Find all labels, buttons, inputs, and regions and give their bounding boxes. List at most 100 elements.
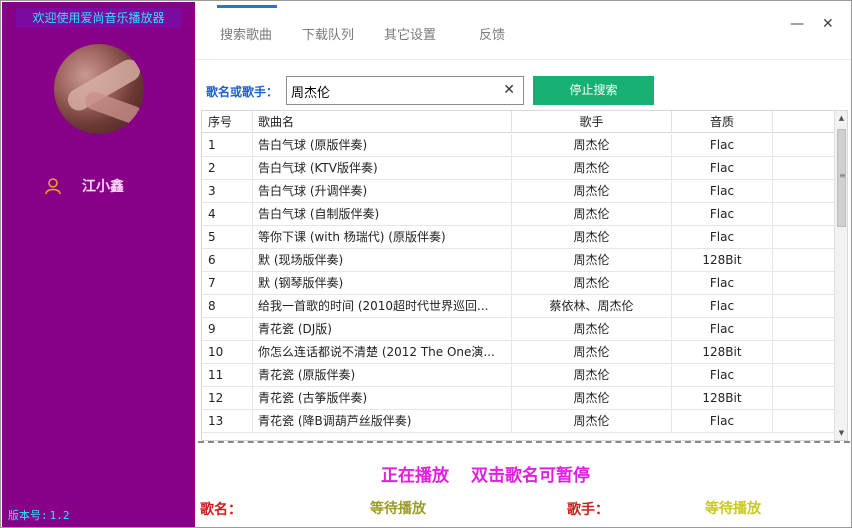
scroll-up-icon[interactable]: ▲ bbox=[835, 111, 847, 125]
cell-singer: 周杰伦 bbox=[512, 249, 672, 271]
header-quality[interactable]: 音质 bbox=[672, 111, 773, 133]
cell-index: 5 bbox=[202, 226, 253, 248]
cell-song: 你怎么连话都说不清楚 (2012 The One演... bbox=[253, 341, 512, 363]
cell-filler bbox=[773, 249, 835, 271]
cell-filler bbox=[773, 226, 835, 248]
playing-label: 正在播放 bbox=[381, 466, 449, 486]
playing-status: 正在播放 双击歌名可暂停 bbox=[381, 461, 590, 486]
version-label: 版本号: bbox=[8, 509, 48, 522]
active-tab-indicator bbox=[217, 5, 277, 8]
cell-filler bbox=[773, 295, 835, 317]
search-box: ✕ bbox=[286, 76, 524, 105]
pause-hint: 双击歌名可暂停 bbox=[471, 466, 590, 486]
cell-song: 青花瓷 (原版伴奏) bbox=[253, 364, 512, 386]
cell-quality: Flac bbox=[672, 272, 773, 294]
cell-singer: 蔡依林、周杰伦 bbox=[512, 295, 672, 317]
tab-feedback[interactable]: 反馈 bbox=[479, 24, 505, 43]
cell-filler bbox=[773, 134, 835, 156]
cell-song: 告白气球 (原版伴奏) bbox=[253, 134, 512, 156]
clear-search-icon[interactable]: ✕ bbox=[503, 82, 515, 98]
search-input[interactable] bbox=[291, 81, 491, 101]
cell-filler bbox=[773, 157, 835, 179]
song-value: 等待播放 bbox=[370, 501, 426, 517]
cell-song: 给我一首歌的时间 (2010超时代世界巡回... bbox=[253, 295, 512, 317]
cell-filler bbox=[773, 341, 835, 363]
close-button[interactable]: ✕ bbox=[822, 16, 834, 32]
cell-filler bbox=[773, 180, 835, 202]
cell-quality: Flac bbox=[672, 203, 773, 225]
search-label: 歌名或歌手： bbox=[206, 85, 279, 99]
table-row[interactable]: 4 告白气球 (自制版伴奏) 周杰伦 Flac bbox=[202, 203, 835, 226]
cell-index: 3 bbox=[202, 180, 253, 202]
cell-song: 默 (钢琴版伴奏) bbox=[253, 272, 512, 294]
cell-index: 11 bbox=[202, 364, 253, 386]
sidebar: 欢迎使用爱尚音乐播放器 江小鑫 版本号: 1.2 bbox=[2, 2, 195, 527]
welcome-banner: 欢迎使用爱尚音乐播放器 bbox=[16, 8, 181, 28]
table-row[interactable]: 10 你怎么连话都说不清楚 (2012 The One演... 周杰伦 128Bit bbox=[202, 341, 835, 364]
minimize-button[interactable]: — bbox=[790, 16, 804, 32]
cell-filler bbox=[773, 272, 835, 294]
cell-quality: 128Bit bbox=[672, 387, 773, 409]
cell-quality: Flac bbox=[672, 226, 773, 248]
cell-singer: 周杰伦 bbox=[512, 341, 672, 363]
header-singer[interactable]: 歌手 bbox=[512, 111, 672, 133]
cell-quality: 128Bit bbox=[672, 341, 773, 363]
table-row[interactable]: 9 青花瓷 (DJ版) 周杰伦 Flac bbox=[202, 318, 835, 341]
tab-search[interactable]: 搜索歌曲 bbox=[220, 24, 272, 43]
cell-song: 告白气球 (升调伴奏) bbox=[253, 180, 512, 202]
scroll-down-icon[interactable]: ▼ bbox=[835, 426, 847, 440]
cell-index: 4 bbox=[202, 203, 253, 225]
cell-singer: 周杰伦 bbox=[512, 272, 672, 294]
table-row[interactable]: 1 告白气球 (原版伴奏) 周杰伦 Flac bbox=[202, 134, 835, 157]
song-label: 歌名： bbox=[200, 502, 242, 518]
tab-other-settings[interactable]: 其它设置 bbox=[384, 24, 436, 43]
singer-label: 歌手： bbox=[567, 502, 609, 518]
app-window: 欢迎使用爱尚音乐播放器 江小鑫 版本号: 1.2 搜索歌曲 下载队列 其它设置 反… bbox=[0, 0, 852, 528]
cell-singer: 周杰伦 bbox=[512, 203, 672, 225]
header-index[interactable]: 序号 bbox=[202, 111, 253, 133]
cell-index: 9 bbox=[202, 318, 253, 340]
cell-song: 青花瓷 (古筝版伴奏) bbox=[253, 387, 512, 409]
stop-search-button[interactable]: 停止搜索 bbox=[533, 76, 654, 105]
user-icon bbox=[44, 177, 62, 195]
table-row[interactable]: 6默 (现场版伴奏) 周杰伦 128Bit bbox=[202, 249, 835, 272]
cell-quality: Flac bbox=[672, 318, 773, 340]
table-row[interactable]: 13 青花瓷 (降B调葫芦丝版伴奏) 周杰伦 Flac bbox=[202, 410, 835, 433]
cell-singer: 周杰伦 bbox=[512, 387, 672, 409]
version-value: 1.2 bbox=[49, 509, 70, 522]
cell-filler bbox=[773, 203, 835, 225]
top-nav: 搜索歌曲 下载队列 其它设置 反馈 — ✕ bbox=[195, 2, 851, 60]
table-header: 序号 歌曲名 歌手 音质 bbox=[202, 111, 835, 133]
cell-index: 8 bbox=[202, 295, 253, 317]
cell-singer: 周杰伦 bbox=[512, 134, 672, 156]
avatar[interactable] bbox=[54, 44, 144, 134]
tab-download-queue[interactable]: 下载队列 bbox=[302, 24, 354, 43]
cell-filler bbox=[773, 364, 835, 386]
cell-singer: 周杰伦 bbox=[512, 410, 672, 432]
header-song[interactable]: 歌曲名 bbox=[253, 111, 512, 133]
table-row[interactable]: 2 告白气球 (KTV版伴奏) 周杰伦 Flac bbox=[202, 157, 835, 180]
cell-filler bbox=[773, 410, 835, 432]
cell-song: 青花瓷 (DJ版) bbox=[253, 318, 512, 340]
user-info[interactable]: 江小鑫 bbox=[44, 176, 124, 196]
table-row[interactable]: 11 青花瓷 (原版伴奏) 周杰伦 Flac bbox=[202, 364, 835, 387]
cell-song: 默 (现场版伴奏) bbox=[253, 249, 512, 271]
table-row[interactable]: 7默 (钢琴版伴奏) 周杰伦 Flac bbox=[202, 272, 835, 295]
table-row[interactable]: 3 告白气球 (升调伴奏) 周杰伦 Flac bbox=[202, 180, 835, 203]
table-row[interactable]: 5 等你下课 (with 杨瑞代) (原版伴奏) 周杰伦 Flac bbox=[202, 226, 835, 249]
cell-song: 告白气球 (自制版伴奏) bbox=[253, 203, 512, 225]
cell-filler bbox=[773, 318, 835, 340]
table-row[interactable]: 8 给我一首歌的时间 (2010超时代世界巡回... 蔡依林、周杰伦 Flac bbox=[202, 295, 835, 318]
version-info: 版本号: 1.2 bbox=[8, 507, 70, 523]
scroll-thumb[interactable]: ≡ bbox=[837, 129, 846, 227]
user-name: 江小鑫 bbox=[82, 179, 124, 195]
header-filler bbox=[773, 111, 835, 133]
vertical-scrollbar[interactable]: ▲ ≡ ▼ bbox=[834, 111, 847, 440]
cell-song: 等你下课 (with 杨瑞代) (原版伴奏) bbox=[253, 226, 512, 248]
cell-singer: 周杰伦 bbox=[512, 364, 672, 386]
cell-song: 青花瓷 (降B调葫芦丝版伴奏) bbox=[253, 410, 512, 432]
cell-index: 2 bbox=[202, 157, 253, 179]
results-table: 序号 歌曲名 歌手 音质 1 告白气球 (原版伴奏) 周杰伦 Flac 2 告白气球 (K… bbox=[201, 110, 848, 441]
cell-quality: Flac bbox=[672, 410, 773, 432]
table-row[interactable]: 12 青花瓷 (古筝版伴奏) 周杰伦 128Bit bbox=[202, 387, 835, 410]
